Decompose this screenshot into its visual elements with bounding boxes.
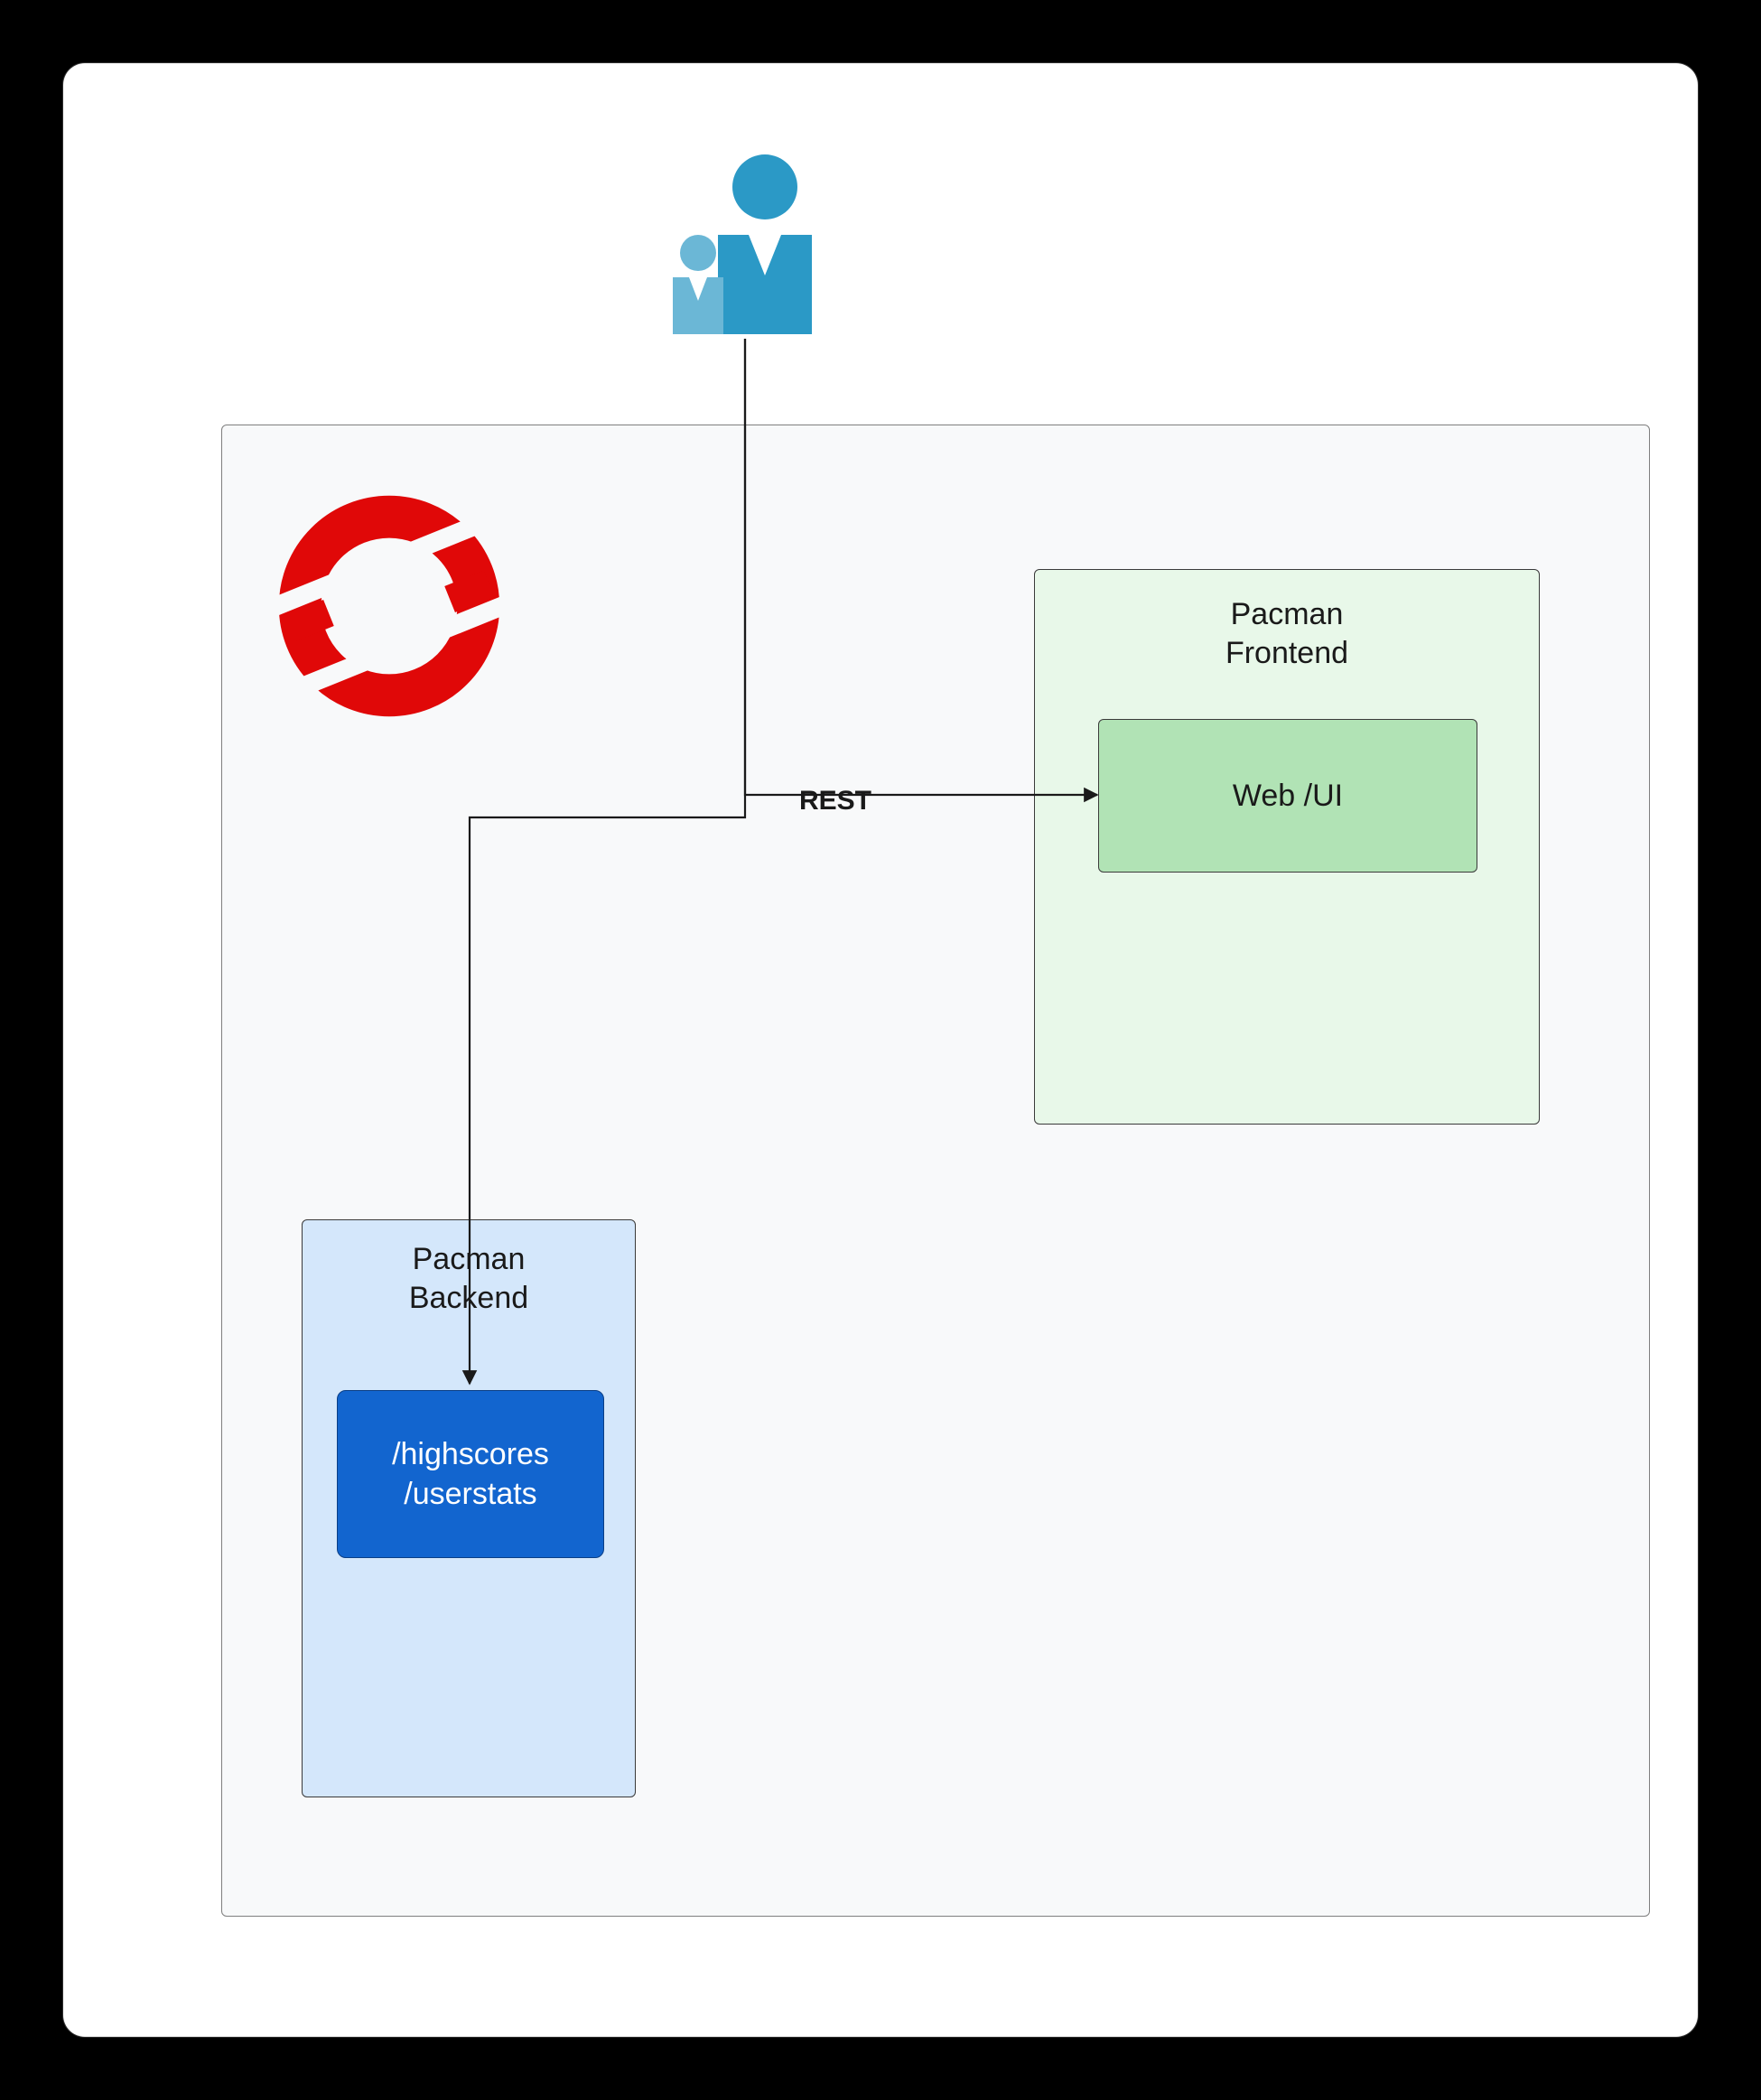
openshift-icon [272,489,507,723]
diagram-paper: Pacman Frontend Web /UI Pacman Backend /… [63,63,1698,2037]
diagram-canvas: Pacman Frontend Web /UI Pacman Backend /… [63,63,1698,2037]
edge-label-rest: REST [799,786,871,817]
api-line2: /userstats [404,1477,536,1511]
frontend-title-line1: Pacman [1231,597,1344,631]
backend-container: Pacman Backend /highscores /userstats [302,1219,636,1797]
frontend-title: Pacman Frontend [1035,570,1539,672]
webui-box: Web /UI [1098,719,1477,873]
api-line1: /highscores [392,1437,549,1471]
backend-title-line2: Backend [409,1281,528,1315]
backend-title-line1: Pacman [413,1242,526,1276]
frontend-container: Pacman Frontend Web /UI [1034,569,1540,1125]
users-icon [655,149,835,339]
webui-label: Web /UI [1233,779,1343,814]
api-box: /highscores /userstats [337,1390,604,1558]
api-label: /highscores /userstats [392,1434,549,1514]
frontend-title-line2: Frontend [1225,636,1348,670]
backend-title: Pacman Backend [303,1220,635,1317]
page: Pacman Frontend Web /UI Pacman Backend /… [0,0,1761,2100]
